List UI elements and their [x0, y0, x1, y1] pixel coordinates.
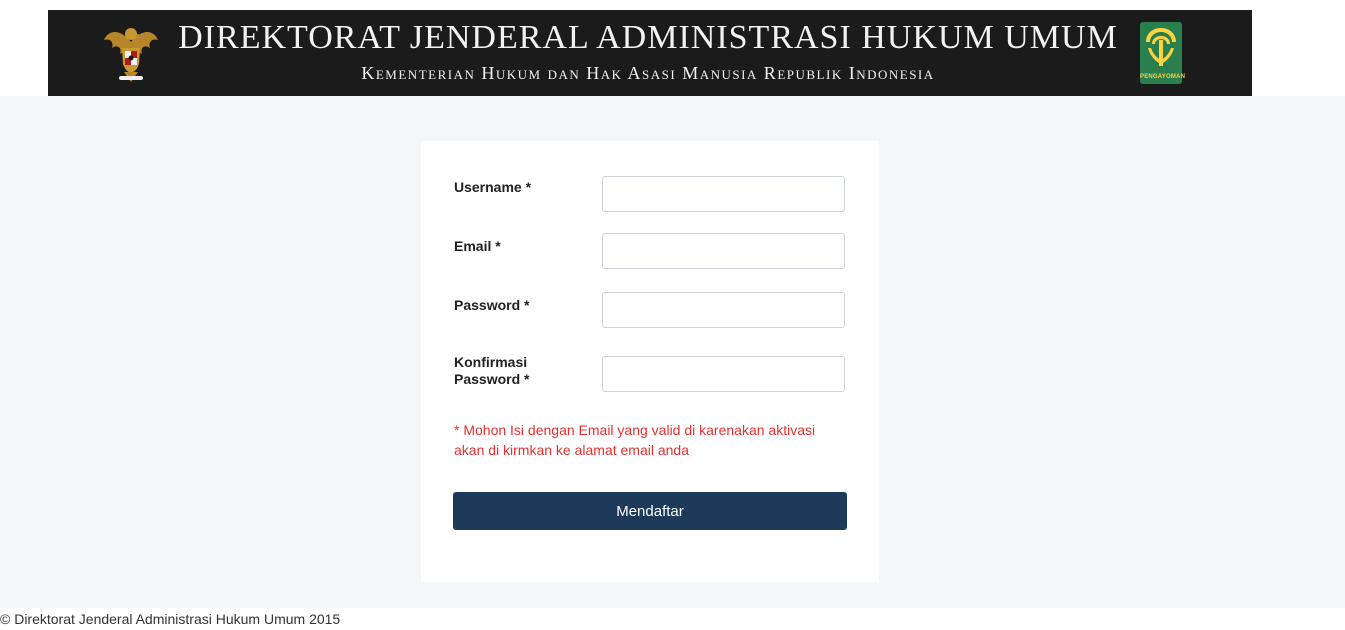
page-title: DIREKTORAT JENDERAL ADMINISTRASI HUKUM U… [178, 19, 1118, 56]
confirm-password-input[interactable] [602, 356, 845, 392]
password-label: Password * [454, 297, 530, 313]
password-input[interactable] [602, 292, 845, 328]
copyright-text: © Direktorat Jenderal Administrasi Hukum… [0, 611, 341, 627]
confirm-password-label-line1: Konfirmasi [454, 354, 528, 370]
email-label: Email * [454, 238, 501, 254]
confirm-password-label: Konfirmasi Password * [454, 354, 594, 388]
register-button[interactable]: Mendaftar [453, 492, 847, 530]
email-validity-notice: * Mohon Isi dengan Email yang valid di k… [454, 422, 816, 458]
page-subtitle: Kementerian Hukum dan Hak Asasi Manusia … [361, 63, 935, 83]
top-strip [0, 0, 1345, 10]
site-footer: © Direktorat Jenderal Administrasi Hukum… [0, 608, 1345, 630]
registration-form-card: Username * Email * Password * Konfirmasi… [421, 141, 879, 582]
email-input[interactable] [602, 233, 845, 269]
confirm-password-label-line2: Password * [454, 371, 530, 387]
garuda-pancasila-icon [102, 20, 160, 84]
pengayoman-logo-text: PENGAYOMAN [1140, 74, 1186, 80]
username-input[interactable] [602, 176, 845, 212]
username-label: Username * [454, 179, 532, 195]
site-header: DIREKTORAT JENDERAL ADMINISTRASI HUKUM U… [48, 10, 1252, 96]
pengayoman-icon: PENGAYOMAN [1140, 22, 1186, 84]
